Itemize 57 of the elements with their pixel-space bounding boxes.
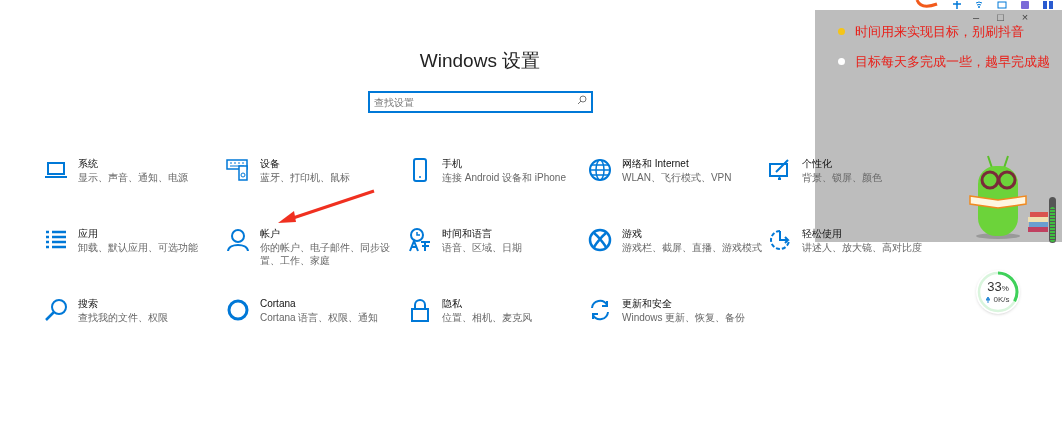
- category-title[interactable]: 网络和 Internet: [622, 156, 768, 171]
- category-description: WLAN、飞行模式、VPN: [622, 170, 733, 184]
- grid-icon[interactable]: [1043, 1, 1053, 9]
- category-description: 查找我的文件、权限: [78, 310, 169, 324]
- category-title[interactable]: 搜索: [78, 296, 224, 311]
- monitor-brush-icon: [768, 157, 792, 182]
- category-description: 位置、相机、麦克风: [442, 310, 533, 324]
- category-title[interactable]: 手机: [442, 156, 588, 171]
- search-field[interactable]: 查找设置: [367, 91, 593, 113]
- usage-widget[interactable]: 33% 0K/s: [976, 270, 1020, 314]
- category-title[interactable]: Cortana: [260, 296, 406, 311]
- note-text: 目标每天多完成一些，越早完成越: [855, 52, 1050, 71]
- timer-arrow-icon: [768, 227, 792, 252]
- window-control[interactable]: –: [973, 12, 980, 22]
- category-title[interactable]: 帐户: [260, 226, 406, 241]
- wifi-icon[interactable]: [975, 1, 983, 9]
- category-description: 显示、声音、通知、电源: [78, 170, 189, 184]
- category-description: Windows 更新、恢复、备份: [622, 310, 747, 324]
- category-description: 你的帐户、电子邮件、同步设置、工作、家庭: [260, 240, 391, 267]
- usage-percent: 33: [987, 280, 1002, 293]
- globe-icon: [588, 157, 612, 182]
- upload-arrow-icon: [986, 296, 991, 303]
- person-icon: [226, 227, 250, 252]
- category-title[interactable]: 轻松使用: [802, 226, 948, 241]
- sync-arrows-icon: [588, 297, 612, 322]
- category-description: 语音、区域、日期: [442, 240, 523, 254]
- search-icon: [44, 297, 68, 322]
- window-control[interactable]: ×: [1021, 12, 1029, 22]
- window-icon[interactable]: [997, 1, 1007, 9]
- category-title[interactable]: 隐私: [442, 296, 588, 311]
- category-title[interactable]: 个性化: [802, 156, 948, 171]
- note-text: 时间用来实现目标，别刷抖音: [855, 23, 1024, 41]
- search-icon: [576, 94, 587, 105]
- category-description: 讲述人、放大镜、高对比度: [802, 240, 923, 254]
- percent-sign: %: [1001, 284, 1009, 295]
- category-title[interactable]: 应用: [78, 226, 224, 241]
- window-title: Windows 设置: [419, 49, 541, 73]
- lock-icon: [408, 297, 432, 322]
- ring-icon: [226, 297, 250, 322]
- xbox-icon: [588, 227, 612, 252]
- category-description: 游戏栏、截屏、直播、游戏模式: [622, 240, 763, 254]
- swoosh-icon: [915, 0, 939, 10]
- category-title[interactable]: 系统: [78, 156, 224, 171]
- category-title[interactable]: 游戏: [622, 226, 768, 241]
- category-description: Cortana 语言、权限、通知: [260, 310, 380, 324]
- keyboard-speaker-icon: [226, 157, 250, 182]
- window-control[interactable]: □: [997, 12, 1004, 22]
- category-title[interactable]: 设备: [260, 156, 406, 171]
- level-meter: [1049, 197, 1056, 243]
- clock-language-icon: [408, 227, 432, 252]
- upload-speed: 0K/s: [993, 295, 1010, 304]
- category-title[interactable]: 更新和安全: [622, 296, 768, 311]
- category-description: 连接 Android 设备和 iPhone: [442, 170, 567, 184]
- category-description: 卸载、默认应用、可选功能: [78, 240, 199, 254]
- category-title[interactable]: 时间和语言: [442, 226, 588, 241]
- category-description: 蓝牙、打印机、鼠标: [260, 170, 351, 184]
- plus-icon[interactable]: [953, 1, 961, 9]
